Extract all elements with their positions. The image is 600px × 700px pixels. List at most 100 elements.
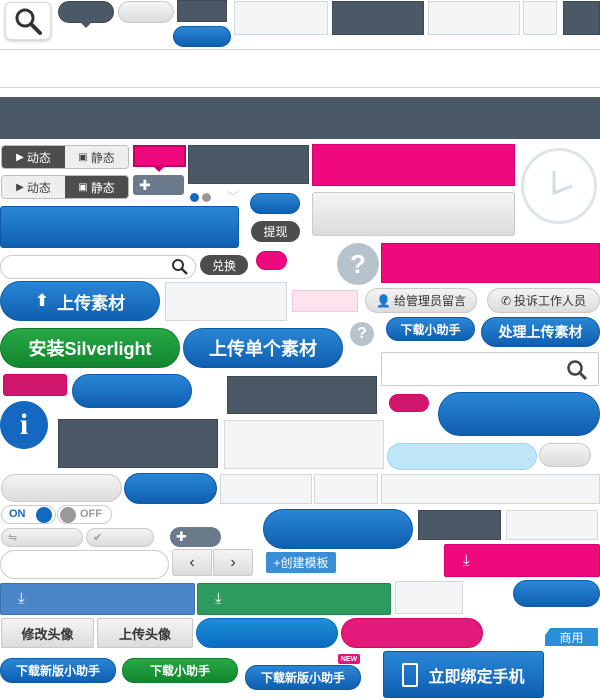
download-icon: ⤓ <box>18 590 25 607</box>
blue-pill-button[interactable] <box>124 473 217 504</box>
white-bar <box>0 50 600 88</box>
pink-tab <box>3 374 67 396</box>
image-icon: ▣ <box>78 151 88 163</box>
blue-pill-button[interactable] <box>250 193 300 214</box>
swap-button[interactable]: ⇋ <box>1 528 83 547</box>
upload-icon: ⬆ <box>34 291 50 310</box>
search-icon-button[interactable] <box>5 2 51 40</box>
edit-avatar-button[interactable]: 修改头像 <box>1 618 94 648</box>
blue-pill-button[interactable] <box>196 618 338 648</box>
help-icon[interactable]: ? <box>350 322 374 346</box>
tooltip-tail <box>80 22 92 28</box>
withdraw-button[interactable]: 提现 <box>251 221 300 242</box>
pager-dot[interactable] <box>202 193 211 202</box>
add-button[interactable]: ✚ <box>170 527 221 547</box>
slate-panel <box>58 419 218 468</box>
slate-panel <box>332 1 424 35</box>
bind-phone-button[interactable]: 立即绑定手机 <box>383 651 544 698</box>
light-panel <box>224 420 384 469</box>
pink-download-panel[interactable]: ⤓ <box>444 544 600 577</box>
blue-pill-button[interactable] <box>72 374 192 408</box>
blue-pill-button-large[interactable] <box>438 392 600 436</box>
clock-icon <box>521 148 597 224</box>
next-button[interactable]: › <box>213 549 253 576</box>
gray-pill-button[interactable] <box>118 1 174 23</box>
phone-icon: ✆ <box>500 293 512 308</box>
toggle-on[interactable]: ON <box>1 505 56 524</box>
process-upload-button[interactable]: 处理上传素材 <box>481 317 600 347</box>
download-new-helper-button[interactable]: 下载新版小助手 <box>0 658 116 683</box>
gray-panel <box>312 192 515 236</box>
tab-static[interactable]: ▣ 静态 <box>65 146 128 168</box>
pink-panel <box>312 144 515 186</box>
chevron-left-icon: ‹ <box>189 553 195 571</box>
search-field-large[interactable] <box>381 352 599 386</box>
pager-dot-active[interactable] <box>190 193 199 202</box>
pink-panel <box>381 243 600 283</box>
blue-pill-button[interactable] <box>173 26 231 47</box>
prev-button[interactable]: ‹ <box>172 549 212 576</box>
redeem-button[interactable]: 兑换 <box>200 255 248 275</box>
toggle-off[interactable]: OFF <box>57 505 112 524</box>
new-badge: NEW <box>338 654 360 664</box>
light-panel <box>506 510 598 540</box>
tab-static[interactable]: ▣ 静态 <box>65 176 128 198</box>
pink-tooltip <box>133 145 186 167</box>
slate-tooltip <box>58 1 114 23</box>
light-panel <box>314 474 378 504</box>
install-silverlight-button[interactable]: 安装Silverlight <box>0 328 180 368</box>
slate-block <box>177 0 227 22</box>
slate-panel <box>188 145 309 184</box>
help-icon[interactable]: ? <box>337 243 379 285</box>
green-download-panel[interactable]: ⤓ <box>197 583 391 615</box>
search-icon <box>15 8 42 35</box>
pink-pill-button[interactable] <box>341 618 483 648</box>
blue-pill-button[interactable] <box>513 580 600 607</box>
tooltip-tail <box>154 167 164 172</box>
add-button[interactable]: ✚ <box>133 175 184 195</box>
chevron-right-icon: › <box>230 553 236 571</box>
play-icon: ▶ <box>16 151 24 163</box>
download-helper-green-button[interactable]: 下载小助手 <box>122 658 238 683</box>
slate-panel <box>227 376 377 414</box>
light-panel <box>395 581 463 614</box>
blue-download-panel[interactable]: ⤓ <box>0 583 195 615</box>
download-helper-button[interactable]: 下载小助手 <box>386 317 475 341</box>
download-new-helper-button-2[interactable]: 下载新版小助手 <box>245 665 361 690</box>
light-panel-small <box>523 1 557 35</box>
image-icon: ▣ <box>78 181 88 193</box>
light-panel <box>428 1 520 35</box>
blue-pill-button-large[interactable] <box>263 509 413 549</box>
check-icon: ✔ <box>93 532 103 544</box>
create-template-button[interactable]: +创建模板 <box>266 552 336 573</box>
light-blue-pill[interactable] <box>387 443 537 470</box>
slate-header-bar <box>0 97 600 139</box>
complain-staff-button[interactable]: ✆ 投诉工作人员 <box>487 288 600 313</box>
check-button[interactable]: ✔ <box>86 528 154 547</box>
commercial-tag: 商用 <box>545 628 598 646</box>
toggle-on-label: ON <box>9 508 26 520</box>
gray-pill-button[interactable] <box>1 474 122 502</box>
blue-panel <box>0 206 239 248</box>
upload-single-button[interactable]: 上传单个素材 <box>183 328 343 368</box>
gray-pill-button[interactable] <box>539 443 591 467</box>
person-icon: 👤 <box>376 293 391 308</box>
light-panel <box>165 282 287 321</box>
light-panel <box>234 1 328 35</box>
search-field[interactable] <box>0 255 196 279</box>
plus-icon: ✚ <box>139 176 151 193</box>
upload-avatar-button[interactable]: 上传头像 <box>97 618 193 648</box>
message-admin-button[interactable]: 👤 给管理员留言 <box>365 288 477 313</box>
tab-dynamic[interactable]: ▶ 动态 <box>2 146 65 168</box>
text-input-pill[interactable] <box>0 550 169 579</box>
pink-pill-button[interactable] <box>389 394 429 412</box>
chevron-down-icon: ﹀ <box>227 190 240 204</box>
slate-panel-small <box>563 1 600 35</box>
upload-material-button[interactable]: ⬆ 上传素材 <box>0 281 160 321</box>
pink-pill-button[interactable] <box>256 251 287 270</box>
search-icon <box>171 258 189 281</box>
pink-light-panel <box>292 290 358 312</box>
tab-dynamic[interactable]: ▶ 动态 <box>2 176 65 198</box>
phone-icon <box>402 662 419 687</box>
toggle-off-label: OFF <box>80 508 102 520</box>
